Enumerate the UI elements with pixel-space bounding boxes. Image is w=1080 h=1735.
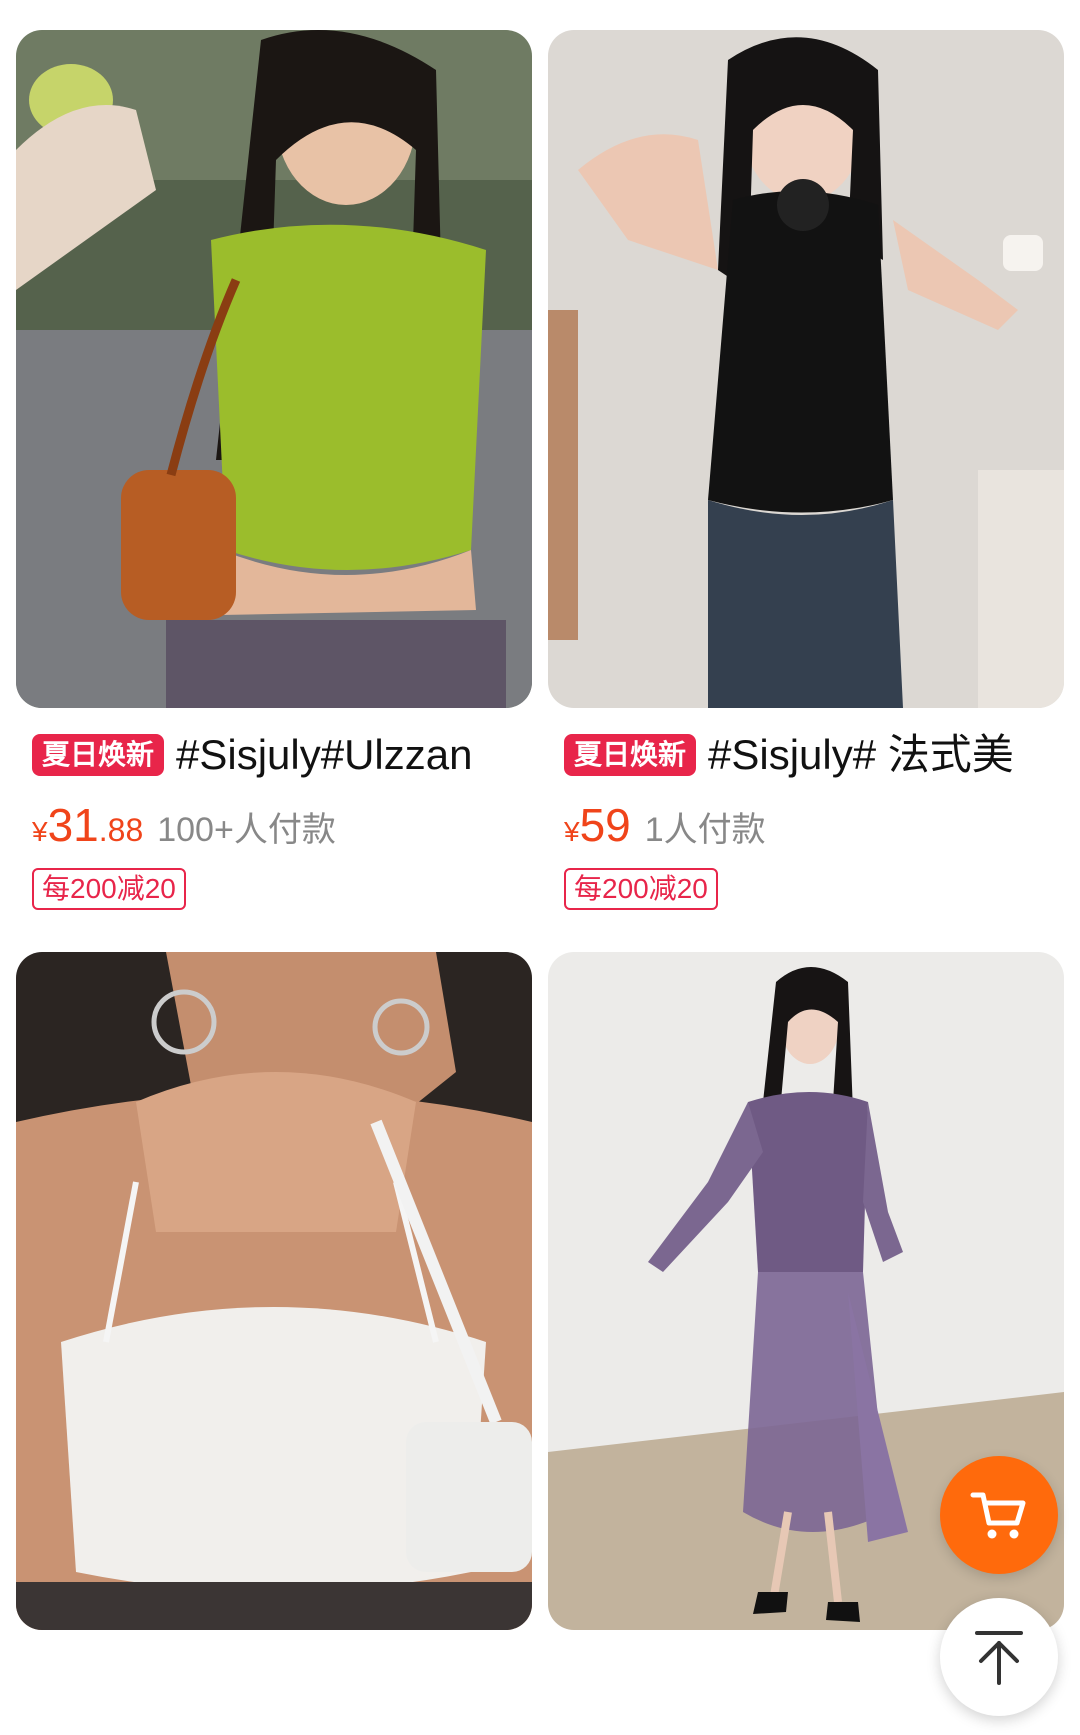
product-card-1[interactable]: 夏日焕新 #Sisjuly#Ulzzan ¥ 31 .88 100+人付款 每2…: [16, 30, 532, 910]
price-integer: 59: [579, 799, 631, 851]
sales-count: 1人付款: [644, 811, 766, 849]
product-title: #Sisjuly#Ulzzan: [176, 731, 473, 778]
product-card-2[interactable]: 夏日焕新 #Sisjuly# 法式美 ¥ 59 1人付款 每200减20: [548, 30, 1064, 910]
shopping-cart-icon: [970, 1492, 1026, 1539]
currency-symbol: ¥: [32, 816, 48, 847]
back-to-top-button[interactable]: [940, 1598, 1058, 1716]
product-image[interactable]: [548, 30, 1064, 708]
product-photo: [548, 30, 1064, 708]
arrow-up-to-top-icon: [975, 1631, 1023, 1685]
promo-tag: 夏日焕新: [564, 734, 697, 776]
coupon-badge: 每200减20: [32, 868, 186, 910]
product-photo: [16, 30, 532, 708]
product-card-3[interactable]: [16, 952, 532, 1630]
product-image[interactable]: [16, 30, 532, 708]
product-image[interactable]: [16, 952, 532, 1630]
promo-tag: 夏日焕新: [32, 734, 165, 776]
cart-button[interactable]: [940, 1456, 1058, 1574]
sales-count: 100+人付款: [157, 811, 336, 849]
price-decimal: .88: [98, 812, 144, 848]
product-title: #Sisjuly# 法式美: [708, 731, 1014, 778]
currency-symbol: ¥: [564, 816, 580, 847]
price-integer: 31: [47, 799, 99, 851]
product-photo: [16, 952, 532, 1630]
coupon-badge: 每200减20: [564, 868, 718, 910]
